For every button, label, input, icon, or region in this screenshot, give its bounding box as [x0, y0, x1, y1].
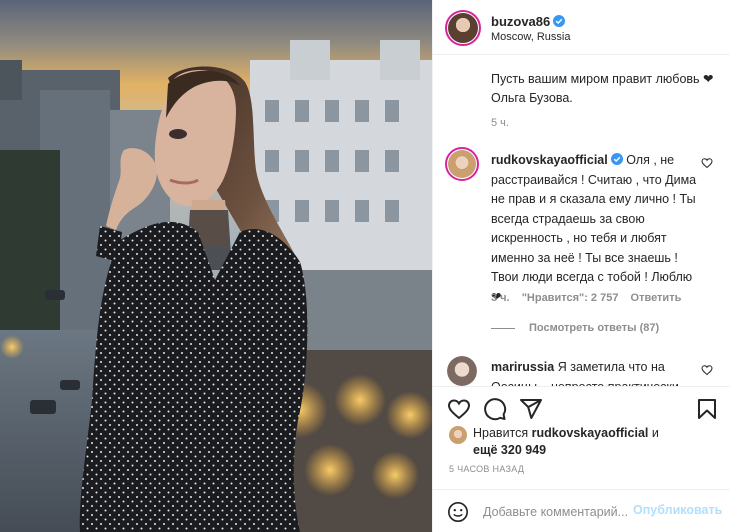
author-username[interactable]: buzova86 [491, 14, 550, 29]
comment-avatar[interactable] [447, 356, 477, 386]
likes-count[interactable]: ещё 320 949 [473, 443, 546, 457]
publish-button[interactable]: Опубликовать [633, 503, 722, 517]
post-location[interactable]: Moscow, Russia [491, 31, 570, 43]
share-icon[interactable] [519, 397, 543, 421]
view-replies-label: Посмотреть ответы (87) [529, 322, 660, 334]
liker-username[interactable]: rudkovskayaofficial [532, 426, 649, 440]
caption-time: 5 ч. [491, 117, 509, 129]
comment-text: Оля , не расстраивайся ! Считаю , что Ди… [491, 153, 697, 304]
post-caption: Пусть вашим миром правит любовь ❤ Ольга … [491, 72, 714, 105]
comment-username[interactable]: rudkovskayaofficial [491, 153, 608, 167]
post-details-panel: buzova86 Moscow, Russia Пусть вашим миро… [432, 0, 730, 532]
view-replies-button[interactable]: Посмотреть ответы (87) [491, 322, 659, 334]
verified-icon [610, 153, 623, 165]
reply-button[interactable]: Ответить [631, 292, 682, 304]
likes-middle: и [651, 426, 659, 440]
comment: rudkovskayaofficial Оля , не расстраивай… [491, 151, 699, 307]
post-time[interactable]: 5 ЧАСОВ НАЗАД [449, 464, 524, 474]
bookmark-icon[interactable] [695, 397, 719, 421]
comment-time: 3 ч. [491, 292, 510, 304]
emoji-icon[interactable] [447, 501, 469, 523]
liker-avatar[interactable] [449, 426, 467, 444]
verified-icon [553, 15, 566, 27]
author-avatar[interactable] [445, 10, 481, 46]
heart-icon[interactable] [701, 157, 713, 169]
post-actions [433, 386, 730, 430]
author-username-row: buzova86 [491, 14, 566, 29]
likes-text: Нравится rudkovskayaofficial и ещё 320 9… [473, 425, 713, 459]
comments-list[interactable]: Пусть вашим миром правит любовь ❤ Ольга … [433, 56, 730, 386]
comment-avatar[interactable] [445, 147, 479, 181]
post-photo[interactable] [0, 0, 432, 532]
comment-icon[interactable] [483, 397, 507, 421]
photo-illustration [0, 0, 432, 532]
likes-prefix: Нравится [473, 426, 529, 440]
replies-divider [491, 327, 515, 329]
comment: marirussia Я заметила что на Оосицы .. н… [491, 358, 699, 386]
add-comment-form: Опубликовать [433, 489, 730, 532]
comment-username[interactable]: marirussia [491, 360, 554, 374]
post-header: buzova86 Moscow, Russia [433, 0, 730, 55]
instagram-post: buzova86 Moscow, Russia Пусть вашим миро… [0, 0, 730, 532]
comment-input[interactable] [483, 501, 631, 523]
heart-icon[interactable] [447, 397, 471, 421]
comment-meta: 3 ч. "Нравится": 2 757 Ответить [491, 292, 690, 304]
comment-likes[interactable]: "Нравится": 2 757 [522, 292, 619, 304]
heart-icon[interactable] [701, 364, 713, 376]
